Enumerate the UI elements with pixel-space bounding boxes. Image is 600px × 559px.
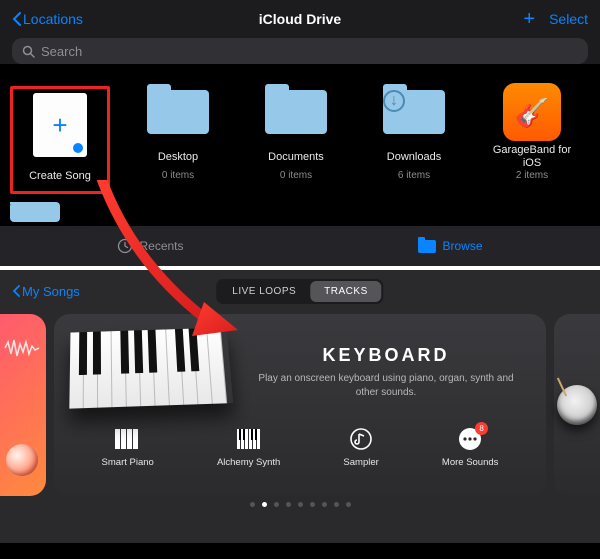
option-label: More Sounds — [442, 457, 499, 468]
option-more-sounds[interactable]: 8 More Sounds — [442, 426, 499, 468]
sampler-icon — [347, 426, 375, 452]
option-label: Alchemy Synth — [217, 457, 280, 468]
back-label: Locations — [23, 11, 83, 27]
item-sub: 0 items — [280, 170, 312, 181]
garageband-app: My Songs LIVE LOOPS TRACKS — [0, 270, 600, 543]
download-icon: ↓ — [383, 90, 405, 112]
mode-segmented-control[interactable]: LIVE LOOPS TRACKS — [216, 279, 383, 304]
page-title: iCloud Drive — [259, 11, 341, 27]
next-instrument-card[interactable] — [554, 314, 600, 496]
item-sub: 6 items — [398, 170, 430, 181]
keyboard-card[interactable]: KEYBOARD Play an onscreen keyboard using… — [54, 314, 546, 496]
item-sub: 0 items — [162, 170, 194, 181]
page-dot[interactable] — [298, 502, 303, 507]
folder-downloads[interactable]: ↓ Downloads 6 items — [364, 86, 464, 194]
keyboard-text: KEYBOARD Play an onscreen keyboard using… — [242, 345, 530, 399]
prev-instrument-card[interactable] — [0, 314, 46, 496]
add-button[interactable]: + — [523, 9, 535, 29]
back-label: My Songs — [22, 284, 80, 299]
item-label: Create Song — [29, 163, 91, 189]
page-dot[interactable] — [250, 502, 255, 507]
garageband-icon: 🎸 — [503, 83, 561, 141]
search-input[interactable]: Search — [12, 38, 588, 64]
page-dots — [0, 502, 600, 507]
back-button[interactable]: Locations — [12, 11, 83, 27]
tab-browse[interactable]: Browse — [418, 239, 482, 253]
page-dot[interactable] — [286, 502, 291, 507]
navbar-actions: + Select — [523, 9, 588, 29]
folder-garageband[interactable]: 🎸 GarageBand for iOS 2 items — [482, 86, 582, 194]
tab-label: Browse — [442, 239, 482, 253]
keyboard-options: Smart Piano Alchemy Synth Sampler — [70, 426, 530, 468]
page-dot[interactable] — [334, 502, 339, 507]
instrument-desc: Play an onscreen keyboard using piano, o… — [242, 372, 530, 399]
smart-piano-icon — [114, 426, 142, 452]
item-sub: 2 items — [516, 170, 548, 181]
instrument-carousel[interactable]: KEYBOARD Play an onscreen keyboard using… — [0, 306, 600, 496]
gb-navbar: My Songs LIVE LOOPS TRACKS — [0, 276, 600, 306]
segment-tracks[interactable]: TRACKS — [310, 281, 382, 302]
item-label: Desktop — [158, 144, 198, 170]
folder-icon — [10, 202, 60, 222]
folder-icon — [265, 90, 327, 134]
chevron-left-icon — [12, 12, 21, 26]
option-alchemy-synth[interactable]: Alchemy Synth — [217, 426, 280, 468]
piano-icon — [70, 327, 230, 417]
waveform-icon — [4, 336, 40, 360]
file-grid: + Create Song Desktop 0 items Documents … — [0, 74, 600, 202]
chevron-left-icon — [12, 285, 20, 297]
badge-count: 8 — [475, 422, 488, 435]
drum-icon — [557, 385, 597, 425]
item-label: GarageBand for iOS — [493, 144, 571, 170]
select-button[interactable]: Select — [549, 11, 588, 27]
files-tabbar: Recents Browse — [0, 226, 600, 266]
folder-icon — [418, 240, 436, 253]
my-songs-button[interactable]: My Songs — [12, 284, 80, 299]
page-dot[interactable] — [274, 502, 279, 507]
instrument-title: KEYBOARD — [242, 345, 530, 366]
files-app: Locations iCloud Drive + Select Search — [0, 0, 600, 64]
search-icon — [22, 45, 35, 58]
folder-icon — [147, 90, 209, 134]
more-sounds-icon: 8 — [456, 426, 484, 452]
option-sampler[interactable]: Sampler — [343, 426, 378, 468]
create-song-item[interactable]: + Create Song — [10, 86, 110, 194]
option-smart-piano[interactable]: Smart Piano — [102, 426, 154, 468]
alchemy-synth-icon — [235, 426, 263, 452]
item-label: Downloads — [387, 144, 441, 170]
page-dot[interactable] — [262, 502, 267, 507]
folder-desktop[interactable]: Desktop 0 items — [128, 86, 228, 194]
segment-live-loops[interactable]: LIVE LOOPS — [218, 281, 310, 302]
top-navbar: Locations iCloud Drive + Select — [12, 6, 588, 32]
page-dot[interactable] — [322, 502, 327, 507]
page-dot[interactable] — [346, 502, 351, 507]
plus-icon: + — [52, 112, 67, 138]
option-label: Smart Piano — [102, 457, 154, 468]
search-placeholder: Search — [41, 44, 82, 59]
folder-icon: ↓ — [383, 90, 445, 134]
tab-recents[interactable]: Recents — [117, 238, 183, 254]
tab-label: Recents — [139, 239, 183, 253]
create-song-tile: + — [33, 93, 87, 157]
knob-icon — [6, 444, 38, 476]
item-label: Documents — [268, 144, 324, 170]
clock-icon — [117, 238, 133, 254]
folder-documents[interactable]: Documents 0 items — [246, 86, 346, 194]
page-dot[interactable] — [310, 502, 315, 507]
option-label: Sampler — [343, 457, 378, 468]
next-row-peek — [0, 202, 600, 226]
